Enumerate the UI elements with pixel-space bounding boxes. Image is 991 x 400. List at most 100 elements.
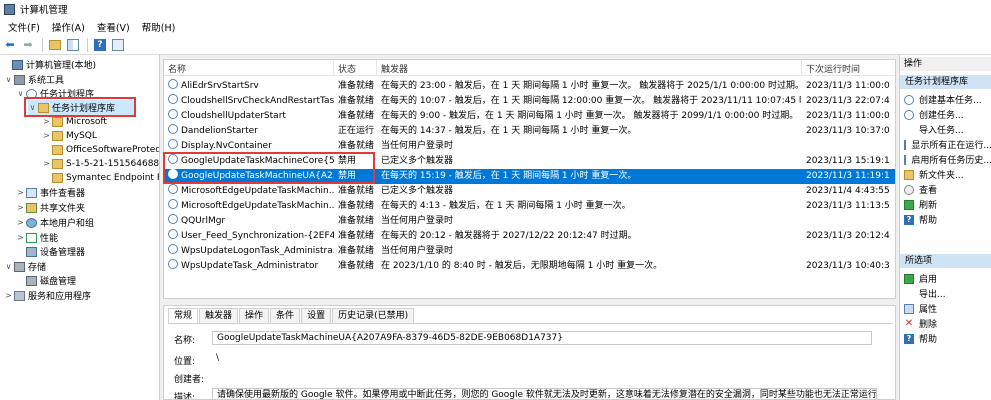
tree-item-system-tools[interactable]: ∨ 系统工具 xyxy=(4,72,64,87)
task-trigger-text: 当任何用户登录时 xyxy=(381,141,454,151)
action-item[interactable]: 新文件夹... xyxy=(904,168,991,181)
tree-item-disk-management[interactable]: 磁盘管理 xyxy=(16,273,76,288)
task-status: 准备就绪 xyxy=(338,109,378,124)
tree-item-device-manager[interactable]: 设备管理器 xyxy=(16,244,85,259)
tree-expander[interactable]: > xyxy=(42,117,51,126)
tree-item-performance[interactable]: > 性能 xyxy=(16,230,58,245)
action-item[interactable]: 导出... xyxy=(904,287,991,300)
table-row[interactable]: WpsUpdateTask_Administrator 准备就绪在 2023/1/… xyxy=(164,259,895,274)
table-row[interactable]: GoogleUpdateTaskMachineCore{5... 禁用 已定义多个触… xyxy=(164,154,895,169)
table-row[interactable]: GoogleUpdateTaskMachineUA{A2... 禁用 在每天的 15… xyxy=(164,169,895,184)
table-row[interactable]: AliEdrSrvStartSrv 准备就绪 在每天的 23:00 - 触发后，在 … xyxy=(164,79,895,94)
action-item[interactable]: ✕ 删除 xyxy=(904,317,991,330)
tab-actions[interactable]: 操作 xyxy=(239,308,270,323)
table-row[interactable]: WpsUpdateLogonTask_Administra... 准备就绪 当任何用… xyxy=(164,244,895,259)
column-header-name[interactable]: 名称 xyxy=(164,60,334,76)
help-icon[interactable]: ? xyxy=(92,37,108,53)
menu-view[interactable]: 查看(V) xyxy=(91,20,136,34)
action-item[interactable]: 导入任务... xyxy=(904,123,991,136)
action-item[interactable]: ? 帮助 xyxy=(904,213,991,226)
tree-expander[interactable]: > xyxy=(16,233,25,242)
table-row[interactable]: User_Feed_Synchronization-{2EF47... 准备就绪在… xyxy=(164,229,895,244)
tab-settings[interactable]: 设置 xyxy=(301,308,332,323)
tree-item-task-scheduler-library[interactable]: ∨ 任务计划程序库 xyxy=(28,100,134,115)
action-item[interactable]: 启用所有任务历史... xyxy=(904,153,991,166)
tab-triggers[interactable]: 触发器 xyxy=(199,308,239,323)
tree-item-user-sid[interactable]: > S-1-5-21-151564688 xyxy=(42,156,159,171)
table-row[interactable]: CloudshellSrvCheckAndRestartTask 准备就绪 在每天的… xyxy=(164,94,895,109)
tree-item-microsoft[interactable]: > Microsoft xyxy=(42,114,107,129)
actions-section-selected[interactable]: 所选项 xyxy=(900,254,991,268)
action-item[interactable]: 创建任务... xyxy=(904,108,991,121)
table-row[interactable]: QQUrlMgr 准备就绪 当任何用户登录时 xyxy=(164,214,895,229)
tree-expander[interactable]: > xyxy=(42,159,51,168)
tree-item-storage[interactable]: ∨ 存储 xyxy=(4,259,46,274)
users-icon xyxy=(26,217,37,228)
tree-expander[interactable]: > xyxy=(4,291,13,300)
name-field[interactable]: GoogleUpdateTaskMachineUA{A207A9FA-8379-… xyxy=(212,331,872,345)
tree-item-shared-folders[interactable]: > 共享文件夹 xyxy=(16,200,85,215)
tree-item-event-viewer[interactable]: > 事件查看器 xyxy=(16,185,85,200)
task-trigger: 在每天的 20:12 - 触发器将于 2027/12/22 20:12:47 时… xyxy=(381,229,801,244)
tree-expander[interactable]: > xyxy=(16,203,25,212)
task-next-run xyxy=(806,139,895,154)
task-trigger: 在每天的 9:00 - 触发后，在 1 天 期间每隔 1 小时 重复一次。 触发… xyxy=(381,109,801,124)
action-pane-icon[interactable] xyxy=(110,37,126,53)
table-row[interactable]: DandelionStarter 正在运行 在每天的 14:37 - 触发后，在 1… xyxy=(164,124,895,139)
tree-item-services-applications[interactable]: > 服务和应用程序 xyxy=(4,288,91,303)
menu-help[interactable]: 帮助(H) xyxy=(136,20,182,34)
action-item-label: 导入任务... xyxy=(919,126,964,136)
tree-expander[interactable]: ∨ xyxy=(4,75,13,84)
menu-file[interactable]: 文件(F) xyxy=(2,20,46,34)
column-header-status[interactable]: 状态 xyxy=(334,60,377,76)
tree-expander[interactable]: > xyxy=(16,188,25,197)
computer-icon xyxy=(12,59,23,70)
forward-arrow-icon[interactable]: ➡ xyxy=(20,37,36,53)
tree-item-local-users-groups[interactable]: > 本地用户和组 xyxy=(16,215,94,230)
tree-item-office-software-protection[interactable]: OfficeSoftwareProtec xyxy=(42,142,159,157)
tab-history[interactable]: 历史记录(已禁用) xyxy=(332,308,415,323)
task-name: MicrosoftEdgeUpdateTaskMachin... xyxy=(168,184,334,199)
task-trigger-text: 已定义多个触发器 xyxy=(381,186,454,196)
table-row[interactable]: MicrosoftEdgeUpdateTaskMachin... 准备就绪 已定义多… xyxy=(164,184,895,199)
tab-conditions[interactable]: 条件 xyxy=(270,308,301,323)
action-item[interactable]: 查看 xyxy=(904,183,991,196)
tree-item-computer-management[interactable]: 计算机管理(本地) xyxy=(2,57,96,72)
column-header-next-run[interactable]: 下次运行时间 xyxy=(802,60,895,76)
tree-item-mysql[interactable]: > MySQL xyxy=(42,128,97,143)
up-folder-icon[interactable] xyxy=(47,37,63,53)
task-list[interactable]: 名称 状态 触发器 下次运行时间 AliEdrSrvStartSrv 准备就绪 在每… xyxy=(163,59,896,299)
action-item[interactable]: 创建基本任务... xyxy=(904,93,991,106)
tree-expander[interactable]: > xyxy=(42,131,51,140)
show-hide-tree-icon[interactable] xyxy=(65,37,81,53)
task-name: User_Feed_Synchronization-{2EF47... xyxy=(168,229,334,244)
task-next-run xyxy=(806,214,895,229)
actions-section-library[interactable]: 任务计划程序库 xyxy=(900,75,991,89)
table-row[interactable]: CloudshellUpdaterStart 准备就绪 在每天的 9:00 - 触发… xyxy=(164,109,895,124)
action-item[interactable]: ? 帮助 xyxy=(904,332,991,345)
tree-item-task-scheduler[interactable]: ∨ 任务计划程序 xyxy=(16,86,94,101)
table-row[interactable]: MicrosoftEdgeUpdateTaskMachin... 准备就绪 在每天的… xyxy=(164,199,895,214)
tree-expander[interactable]: ∨ xyxy=(4,262,13,271)
action-item[interactable]: 显示所有正在运行... xyxy=(904,138,991,151)
back-arrow-icon[interactable]: ⬅ xyxy=(2,37,18,53)
tree-expander[interactable]: ∨ xyxy=(16,89,25,98)
blank-icon xyxy=(904,125,914,135)
props-icon xyxy=(904,303,914,314)
tree-item-symantec[interactable]: Symantec Endpoint P xyxy=(42,170,159,185)
folder-icon xyxy=(52,172,63,183)
action-item[interactable]: 刷新 xyxy=(904,198,991,211)
tree-expander[interactable]: ∨ xyxy=(28,103,37,112)
description-field[interactable]: 请确保使用最新版的 Google 软件。如果停用或中断此任务，则您的 Googl… xyxy=(212,388,877,399)
action-item[interactable]: 属性 xyxy=(904,302,991,315)
navigation-tree[interactable]: 计算机管理(本地) ∨ 系统工具 ∨ 任务计划程序 ∨ 任务计划程序库 > Mi… xyxy=(0,55,160,400)
tree-expander[interactable]: > xyxy=(16,218,25,227)
description-label: 描述: xyxy=(174,393,196,400)
tab-general[interactable]: 常规 xyxy=(168,308,199,323)
action-item-label: 刷新 xyxy=(919,201,938,211)
table-row[interactable]: Display.NvContainer 准备就绪 当任何用户登录时 xyxy=(164,139,895,154)
menu-action[interactable]: 操作(A) xyxy=(46,20,91,34)
task-name-text: MicrosoftEdgeUpdateTaskMachin... xyxy=(181,201,334,211)
column-header-trigger[interactable]: 触发器 xyxy=(377,60,802,76)
action-item[interactable]: 启用 xyxy=(904,272,991,285)
